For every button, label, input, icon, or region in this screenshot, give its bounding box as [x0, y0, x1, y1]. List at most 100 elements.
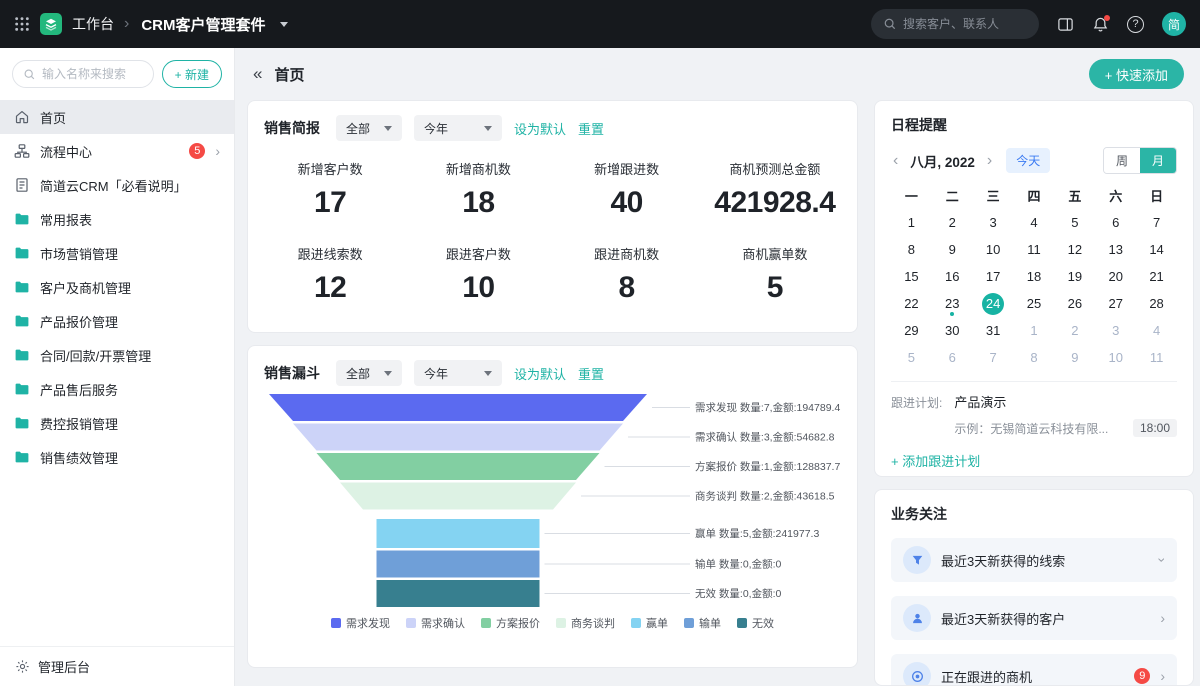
focus-item-0[interactable]: 最近3天新获得的线索›	[891, 538, 1177, 582]
calendar-day-6[interactable]: 6	[1095, 209, 1136, 236]
funnel-period-select[interactable]: 今年	[414, 360, 502, 386]
calendar-day-5[interactable]: 5	[891, 344, 932, 371]
calendar-day-20[interactable]: 20	[1095, 263, 1136, 290]
sidebar-search-input[interactable]	[42, 67, 142, 81]
legend-item-3[interactable]: 方案报价	[481, 615, 540, 631]
funnel-set-default-link[interactable]: 设为默认	[514, 364, 566, 383]
global-search[interactable]	[871, 9, 1039, 39]
calendar-day-9[interactable]: 9	[1054, 344, 1095, 371]
sidebar-item-8[interactable]: 产品售后服务	[0, 372, 234, 406]
month-view-button[interactable]: 月	[1140, 148, 1176, 173]
help-icon[interactable]: ?	[1127, 16, 1144, 33]
calendar-day-9[interactable]: 9	[932, 236, 973, 263]
funnel-stage-3[interactable]	[317, 453, 600, 480]
calendar-day-29[interactable]: 29	[891, 317, 932, 344]
funnel-reset-link[interactable]: 重置	[578, 364, 604, 383]
calendar-day-7[interactable]: 7	[1136, 209, 1177, 236]
calendar-day-4[interactable]: 4	[1014, 209, 1055, 236]
sidebar-item-10[interactable]: 销售绩效管理	[0, 440, 234, 474]
collapse-sidebar-icon[interactable]: «	[253, 64, 260, 84]
briefing-period-select[interactable]: 今年	[414, 115, 502, 141]
legend-item-7[interactable]: 无效	[737, 615, 774, 631]
sidebar-item-9[interactable]: 费控报销管理	[0, 406, 234, 440]
focus-item-1[interactable]: 最近3天新获得的客户›	[891, 596, 1177, 640]
sidebar-item-3[interactable]: 常用报表	[0, 202, 234, 236]
sidebar-item-5[interactable]: 客户及商机管理	[0, 270, 234, 304]
focus-item-2[interactable]: 正在跟进的商机9›	[891, 654, 1177, 686]
funnel-stage-5[interactable]	[377, 519, 540, 548]
calendar-day-27[interactable]: 27	[1095, 290, 1136, 317]
calendar-day-28[interactable]: 28	[1136, 290, 1177, 317]
calendar-day-3[interactable]: 3	[1095, 317, 1136, 344]
admin-console-button[interactable]: 管理后台	[0, 646, 234, 686]
legend-item-1[interactable]: 需求发现	[331, 615, 390, 631]
funnel-stage-4[interactable]	[340, 483, 576, 510]
quick-add-button[interactable]: + 快速添加	[1089, 59, 1184, 89]
legend-item-6[interactable]: 输单	[684, 615, 721, 631]
sidebar-item-4[interactable]: 市场营销管理	[0, 236, 234, 270]
calendar-day-15[interactable]: 15	[891, 263, 932, 290]
calendar-day-21[interactable]: 21	[1136, 263, 1177, 290]
calendar-day-24[interactable]: 24	[973, 290, 1014, 317]
calendar-day-6[interactable]: 6	[932, 344, 973, 371]
legend-item-4[interactable]: 商务谈判	[556, 615, 615, 631]
briefing-reset-link[interactable]: 重置	[578, 119, 604, 138]
panel-toggle-icon[interactable]	[1057, 16, 1074, 33]
calendar-day-13[interactable]: 13	[1095, 236, 1136, 263]
app-grid-icon[interactable]	[14, 16, 30, 32]
calendar-day-10[interactable]: 10	[1095, 344, 1136, 371]
workspace-label[interactable]: 工作台	[72, 14, 114, 34]
sidebar-item-7[interactable]: 合同/回款/开票管理	[0, 338, 234, 372]
funnel-stage-1[interactable]	[269, 394, 647, 421]
calendar-day-16[interactable]: 16	[932, 263, 973, 290]
calendar-day-17[interactable]: 17	[973, 263, 1014, 290]
calendar-day-7[interactable]: 7	[973, 344, 1014, 371]
calendar-day-31[interactable]: 31	[973, 317, 1014, 344]
sidebar-item-2[interactable]: 简道云CRM「必看说明」	[0, 168, 234, 202]
app-title-caret-icon[interactable]	[280, 22, 288, 27]
new-app-button[interactable]: + 新建	[162, 60, 222, 88]
funnel-stage-7[interactable]	[377, 580, 540, 607]
funnel-scope-select[interactable]: 全部	[336, 360, 402, 386]
calendar-day-12[interactable]: 12	[1054, 236, 1095, 263]
bell-icon[interactable]	[1092, 16, 1109, 33]
briefing-scope-select[interactable]: 全部	[336, 115, 402, 141]
avatar[interactable]: 简	[1162, 12, 1186, 36]
funnel-stage-2[interactable]	[293, 424, 623, 451]
calendar-day-26[interactable]: 26	[1054, 290, 1095, 317]
add-plan-link[interactable]: + 添加跟进计划	[891, 451, 1177, 470]
calendar-day-11[interactable]: 11	[1136, 344, 1177, 371]
calendar-day-8[interactable]: 8	[891, 236, 932, 263]
calendar-day-8[interactable]: 8	[1014, 344, 1055, 371]
calendar-day-25[interactable]: 25	[1014, 290, 1055, 317]
sidebar-item-0[interactable]: 首页	[0, 100, 234, 134]
funnel-stage-6[interactable]	[377, 551, 540, 578]
calendar-day-10[interactable]: 10	[973, 236, 1014, 263]
calendar-day-1[interactable]: 1	[891, 209, 932, 236]
sidebar-item-1[interactable]: 流程中心5›	[0, 134, 234, 168]
calendar-day-3[interactable]: 3	[973, 209, 1014, 236]
calendar-day-2[interactable]: 2	[1054, 317, 1095, 344]
plan-item[interactable]: 示例：无锡简道云科技有限... 18:00	[954, 419, 1177, 437]
app-title[interactable]: CRM客户管理套件	[141, 14, 265, 35]
calendar-day-22[interactable]: 22	[891, 290, 932, 317]
calendar-day-1[interactable]: 1	[1014, 317, 1055, 344]
calendar-day-4[interactable]: 4	[1136, 317, 1177, 344]
sidebar-search[interactable]	[12, 60, 154, 88]
jiandaoyun-logo-icon[interactable]	[40, 13, 62, 35]
prev-month-icon[interactable]: ‹	[891, 152, 900, 170]
week-view-button[interactable]: 周	[1104, 148, 1140, 173]
calendar-day-23[interactable]: 23	[932, 290, 973, 317]
global-search-input[interactable]	[903, 17, 1025, 31]
calendar-day-30[interactable]: 30	[932, 317, 973, 344]
calendar-day-19[interactable]: 19	[1054, 263, 1095, 290]
calendar-day-18[interactable]: 18	[1014, 263, 1055, 290]
calendar-day-5[interactable]: 5	[1054, 209, 1095, 236]
calendar-day-14[interactable]: 14	[1136, 236, 1177, 263]
briefing-set-default-link[interactable]: 设为默认	[514, 119, 566, 138]
calendar-day-2[interactable]: 2	[932, 209, 973, 236]
next-month-icon[interactable]: ›	[985, 152, 994, 170]
today-button[interactable]: 今天	[1006, 148, 1050, 173]
legend-item-5[interactable]: 赢单	[631, 615, 668, 631]
legend-item-2[interactable]: 需求确认	[406, 615, 465, 631]
